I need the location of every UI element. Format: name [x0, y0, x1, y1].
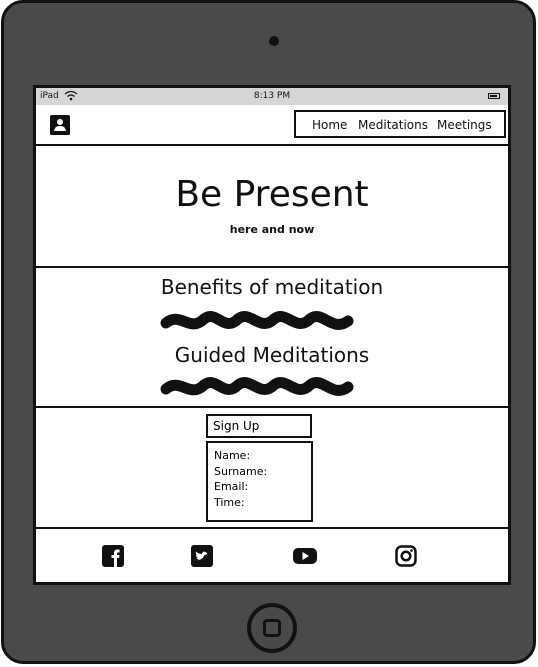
- surname-field[interactable]: Surname:: [214, 464, 311, 480]
- site-footer: [36, 529, 508, 582]
- signup-button[interactable]: Sign Up: [206, 414, 312, 438]
- camera-dot: [269, 36, 279, 46]
- device-screen: iPad 8:13 PM Home Meditations Meetings B…: [33, 85, 511, 585]
- youtube-icon[interactable]: [293, 545, 317, 567]
- site-header: Home Meditations Meetings: [36, 105, 508, 143]
- home-button-icon: [263, 619, 281, 637]
- nav-meetings[interactable]: Meetings: [437, 118, 492, 132]
- status-bar: iPad 8:13 PM: [36, 88, 508, 105]
- main-nav: Home Meditations Meetings: [294, 110, 506, 138]
- signup-form: Name: Surname: Email: Time:: [206, 441, 313, 522]
- hero-subtitle: here and now: [229, 223, 315, 236]
- facebook-icon[interactable]: [102, 545, 124, 567]
- battery-icon: [488, 93, 500, 99]
- signup-section: Sign Up Name: Surname: Email: Time:: [36, 409, 508, 529]
- twitter-icon[interactable]: [191, 545, 213, 567]
- nav-meditations[interactable]: Meditations: [358, 118, 428, 132]
- text-placeholder-scribble: [160, 311, 354, 330]
- hero-title: Be Present: [175, 174, 369, 215]
- instagram-icon[interactable]: [395, 545, 417, 567]
- guided-title: Guided Meditations: [174, 343, 370, 367]
- name-field[interactable]: Name:: [214, 448, 311, 464]
- nav-home[interactable]: Home: [312, 118, 347, 132]
- benefits-title: Benefits of meditation: [160, 275, 384, 299]
- ipad-frame: iPad 8:13 PM Home Meditations Meetings B…: [1, 0, 536, 664]
- email-field[interactable]: Email:: [214, 479, 311, 495]
- content-section: Benefits of meditation Guided Meditation…: [36, 269, 508, 408]
- status-time: 8:13 PM: [253, 91, 291, 101]
- hero-section: Be Present here and now: [36, 144, 508, 268]
- time-field[interactable]: Time:: [214, 495, 311, 511]
- logo-icon[interactable]: [50, 115, 70, 135]
- home-button[interactable]: [247, 603, 297, 653]
- text-placeholder-scribble: [160, 377, 354, 396]
